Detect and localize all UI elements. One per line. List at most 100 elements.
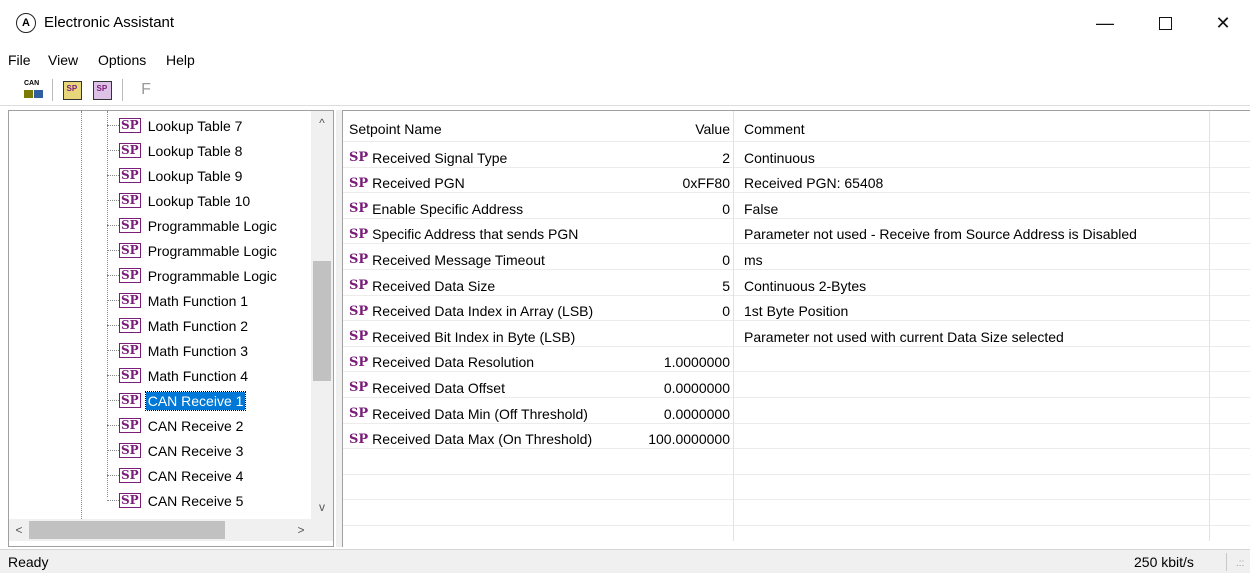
scroll-down-icon[interactable]: v [311, 497, 333, 517]
column-divider [733, 111, 734, 541]
setpoint-icon: SP [119, 393, 141, 408]
setpoint-name: Received Data Offset [372, 379, 505, 396]
scroll-right-icon[interactable]: > [291, 519, 311, 541]
tree-item[interactable]: SP Lookup Table 10 [107, 189, 252, 212]
setpoint-value-cell[interactable]: 2 [543, 145, 730, 170]
setpoint-value-cell[interactable]: 1.0000000 [543, 350, 730, 375]
setpoint-value-cell[interactable] [543, 324, 730, 349]
setpoint-icon: SP [119, 118, 141, 133]
tree-branch-line [107, 375, 119, 376]
header-comment[interactable]: Comment [744, 116, 805, 141]
title-bar: A Electronic Assistant — ✕ [0, 0, 1250, 46]
setpoint-icon: SP [119, 268, 141, 283]
header-value[interactable]: Value [543, 116, 730, 141]
setpoint-value-cell[interactable] [543, 222, 730, 247]
scroll-thumb[interactable] [29, 521, 225, 539]
setpoint-name: Received PGN [372, 175, 465, 192]
tree-item[interactable]: SP Math Function 2 [107, 314, 250, 337]
setpoint-name-cell: SP Received PGN [349, 171, 465, 196]
tree-item[interactable]: SP CAN Receive 3 [107, 439, 245, 462]
setpoint-name-cell: SP Received Data Resolution [349, 350, 534, 375]
tree-item-label: Math Function 1 [147, 292, 249, 309]
tree-item[interactable]: SP Lookup Table 9 [107, 164, 244, 187]
setpoint-value-cell[interactable]: 0.0000000 [543, 401, 730, 426]
save-setpoint-file-button[interactable]: SP [90, 79, 114, 101]
scrollbar-corner [311, 519, 333, 541]
setpoint-value-cell[interactable]: 0 [543, 196, 730, 221]
scroll-left-icon[interactable]: < [9, 519, 29, 541]
setpoint-icon: SP [349, 226, 369, 242]
tree-item[interactable]: SP Lookup Table 8 [107, 139, 244, 162]
menu-file[interactable]: File [8, 52, 31, 68]
setpoint-value-cell[interactable]: 100.0000000 [543, 427, 730, 452]
tree-item-label: Programmable Logic [147, 267, 277, 284]
tree-item[interactable]: SP Programmable Logic [107, 264, 279, 287]
setpoint-value-cell[interactable]: 0 [543, 299, 730, 324]
menu-view[interactable]: View [48, 52, 78, 68]
setpoint-name-cell: SP Received Data Offset [349, 375, 505, 400]
tree-item[interactable]: SP Programmable Logic [107, 239, 279, 262]
maximize-icon [1158, 16, 1172, 30]
flash-button[interactable]: F [134, 79, 158, 101]
setpoint-icon: SP [349, 303, 369, 319]
setpoint-icon: SP [349, 175, 369, 191]
row-divider [343, 525, 1250, 526]
setpoint-comment-cell: False [744, 200, 779, 217]
connect-can-button[interactable]: CAN [22, 79, 46, 101]
setpoint-name-cell: SP Received Message Timeout [349, 247, 545, 272]
setpoint-icon: SP [119, 493, 141, 508]
tree-branch-line [107, 475, 119, 476]
resize-grip-icon[interactable]: .:: [1236, 558, 1244, 569]
tree-item[interactable]: SP Math Function 4 [107, 364, 250, 387]
maximize-button[interactable] [1138, 0, 1192, 46]
tree-item-label: CAN Receive 5 [147, 492, 244, 509]
setpoint-icon: SP [119, 193, 141, 208]
scroll-up-icon[interactable]: ^ [311, 113, 333, 133]
tree-item[interactable]: SP CAN Receive 1 [107, 389, 247, 412]
tree-vertical-scrollbar[interactable]: ^ v [311, 111, 333, 519]
row-divider [343, 473, 1250, 475]
minimize-button[interactable]: — [1078, 0, 1132, 46]
setpoint-value-cell[interactable]: 0xFF80 [543, 171, 730, 196]
setpoint-icon: SP [349, 354, 369, 370]
tree-horizontal-scrollbar[interactable]: < > [9, 519, 311, 541]
tree-item-label: CAN Receive 1 [144, 390, 247, 411]
menu-options[interactable]: Options [98, 52, 146, 68]
setpoint-icon: SP [119, 343, 141, 358]
open-setpoint-file-button[interactable]: SP [60, 79, 84, 101]
menu-help[interactable]: Help [166, 52, 195, 68]
status-text: Ready [8, 554, 49, 570]
setpoint-icon: SP [349, 406, 369, 421]
tree-item-label: Programmable Logic [147, 242, 277, 259]
setpoint-icon: SP [349, 252, 369, 268]
setpoint-tree[interactable]: SP Lookup Table 7 SP Lookup Table 8 SP Lookup… [8, 110, 334, 547]
tree-branch-line [107, 450, 119, 451]
tree-item[interactable]: SP Math Function 3 [107, 339, 250, 362]
tree-branch-line [107, 425, 119, 426]
tree-branch-line [107, 200, 119, 201]
setpoint-value-cell[interactable]: 0.0000000 [543, 375, 730, 400]
scroll-thumb[interactable] [313, 261, 331, 381]
close-button[interactable]: ✕ [1196, 0, 1250, 46]
tree-item[interactable]: SP Programmable Logic [107, 214, 279, 237]
tree-item[interactable]: SP Math Function 1 [107, 289, 250, 312]
window-title: Electronic Assistant [44, 14, 175, 31]
tree-item-label: Math Function 3 [147, 342, 249, 359]
setpoint-name: Received Message Timeout [372, 251, 545, 268]
setpoint-value-cell[interactable]: 5 [543, 273, 730, 298]
tree-item[interactable]: SP Lookup Table 7 [107, 114, 244, 137]
tree-item[interactable]: SP CAN Receive 4 [107, 464, 245, 487]
setpoint-icon: SP [349, 431, 369, 447]
tree-branch-line [107, 150, 119, 151]
setpoint-comment-cell: Continuous 2-Bytes [744, 277, 867, 294]
tree-item[interactable]: SP CAN Receive 2 [107, 414, 245, 437]
setpoint-icon: SP [119, 293, 141, 308]
toolbar-separator [122, 79, 123, 101]
tree-item[interactable]: SP CAN Receive 5 [107, 489, 245, 512]
setpoint-value-cell[interactable]: 0 [543, 247, 730, 272]
status-separator [1226, 553, 1227, 571]
header-setpoint-name[interactable]: Setpoint Name [349, 116, 442, 141]
toolbar: CAN SP SP F [0, 74, 1250, 106]
row-divider [343, 499, 1250, 501]
setpoint-icon: SP [119, 243, 141, 258]
